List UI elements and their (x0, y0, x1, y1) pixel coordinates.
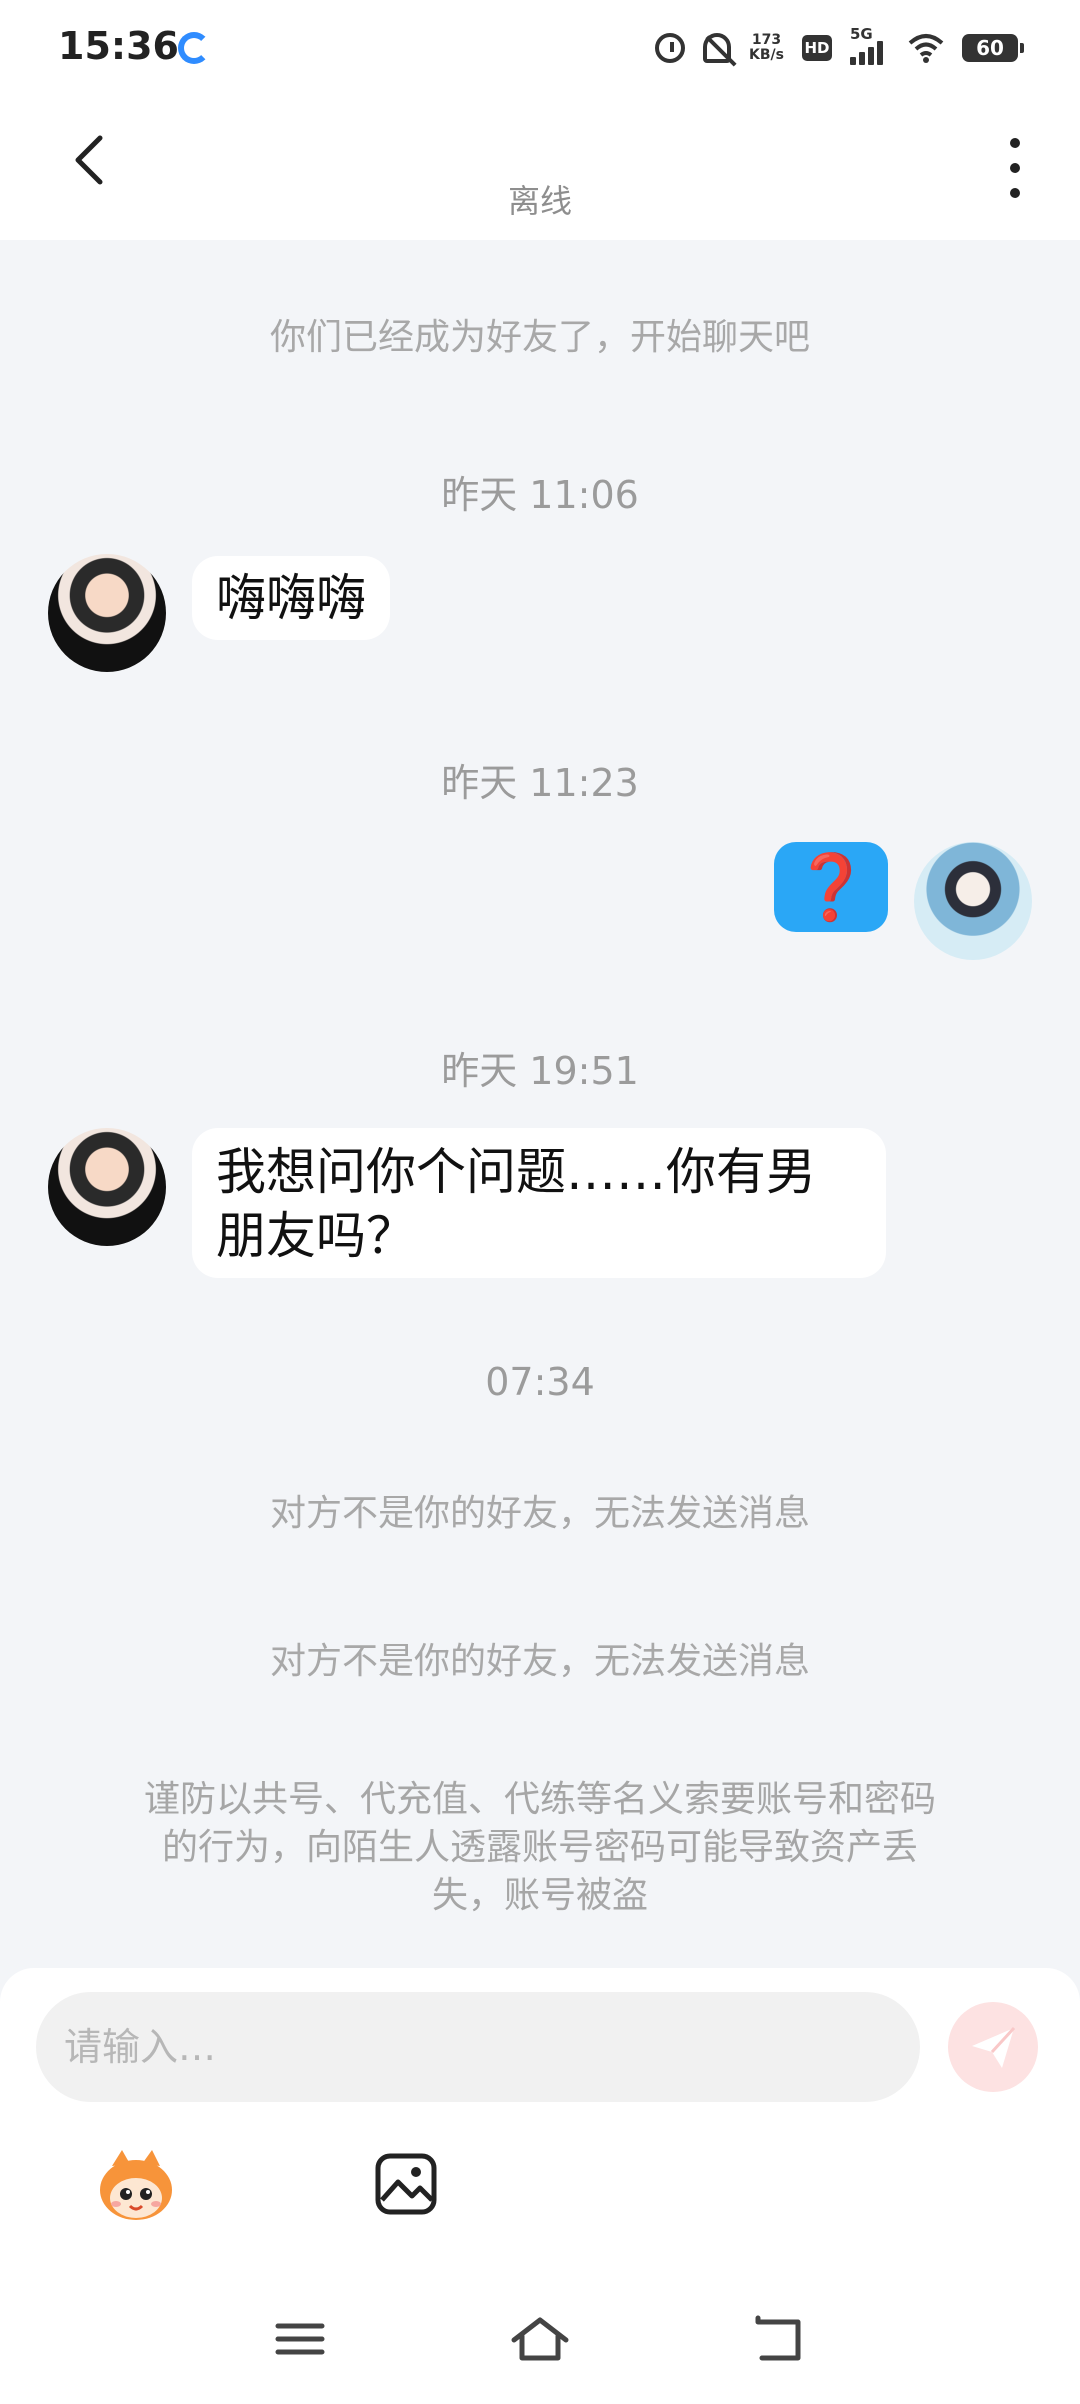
security-warning: 谨防以共号、代充值、代练等名义索要账号和密码 的行为，向陌生人透露账号密码可能导… (70, 1776, 1010, 1920)
image-icon[interactable] (374, 2152, 438, 2216)
status-icons: 173 KB/s HD 5G 60 (655, 25, 1024, 68)
emoji-mascot-icon[interactable] (92, 2148, 180, 2224)
message-bubble-sent[interactable]: ❓ (774, 842, 888, 932)
message-text: 嗨嗨嗨 (216, 569, 366, 627)
net-speed-unit: KB/s (749, 47, 784, 63)
app-header: 15:36 173 KB/s HD 5G 60 离线 (0, 0, 1080, 240)
battery-indicator: 60 (962, 34, 1024, 62)
send-button[interactable] (948, 2002, 1038, 2092)
my-avatar[interactable] (914, 842, 1032, 960)
return-icon[interactable] (750, 2314, 810, 2364)
message-text: ❓ (791, 850, 871, 925)
menu-icon[interactable] (270, 2314, 330, 2364)
timestamp: 昨天 11:06 (441, 473, 639, 517)
status-time: 15:36 (58, 24, 179, 68)
message-input[interactable] (36, 1992, 920, 2102)
message-bubble-received[interactable]: 嗨嗨嗨 (192, 556, 390, 640)
timestamp: 昨天 11:23 (441, 761, 639, 805)
net-speed: 173 KB/s (749, 33, 784, 63)
warning-line: 失，账号被盗 (431, 1875, 648, 1916)
warning-line: 的行为，向陌生人透露账号密码可能导致资产丢 (161, 1827, 918, 1868)
wifi-icon (908, 34, 944, 63)
timestamp: 07:34 (485, 1360, 595, 1404)
more-vertical-icon[interactable] (990, 138, 1040, 198)
send-error-notice: 对方不是你的好友，无法发送消息 (269, 1493, 810, 1534)
send-error-notice: 对方不是你的好友，无法发送消息 (269, 1641, 810, 1682)
app-notification-icon (178, 32, 210, 64)
alarm-icon (655, 33, 686, 63)
contact-status: 离线 (507, 182, 572, 220)
timestamp: 昨天 19:51 (441, 1049, 639, 1093)
system-nav-bar (0, 2290, 1080, 2390)
mute-icon (703, 33, 732, 63)
hd-badge: HD (802, 35, 832, 61)
friend-notice: 你们已经成为好友了，开始聊天吧 (269, 317, 810, 358)
send-icon (972, 2026, 1016, 2068)
message-text-line: 朋友吗？ (216, 1207, 416, 1265)
message-bubble-received[interactable]: 我想问你个问题……你有男 朋友吗？ (192, 1128, 886, 1278)
net-speed-value: 173 (751, 32, 782, 48)
contact-avatar[interactable] (48, 1128, 166, 1246)
home-icon[interactable] (510, 2314, 570, 2364)
warning-line: 谨防以共号、代充值、代练等名义索要账号和密码 (143, 1779, 936, 1820)
message-text-line: 我想问你个问题……你有男 (216, 1143, 816, 1201)
signal-icon: 5G (850, 25, 890, 65)
contact-avatar[interactable] (48, 554, 166, 672)
